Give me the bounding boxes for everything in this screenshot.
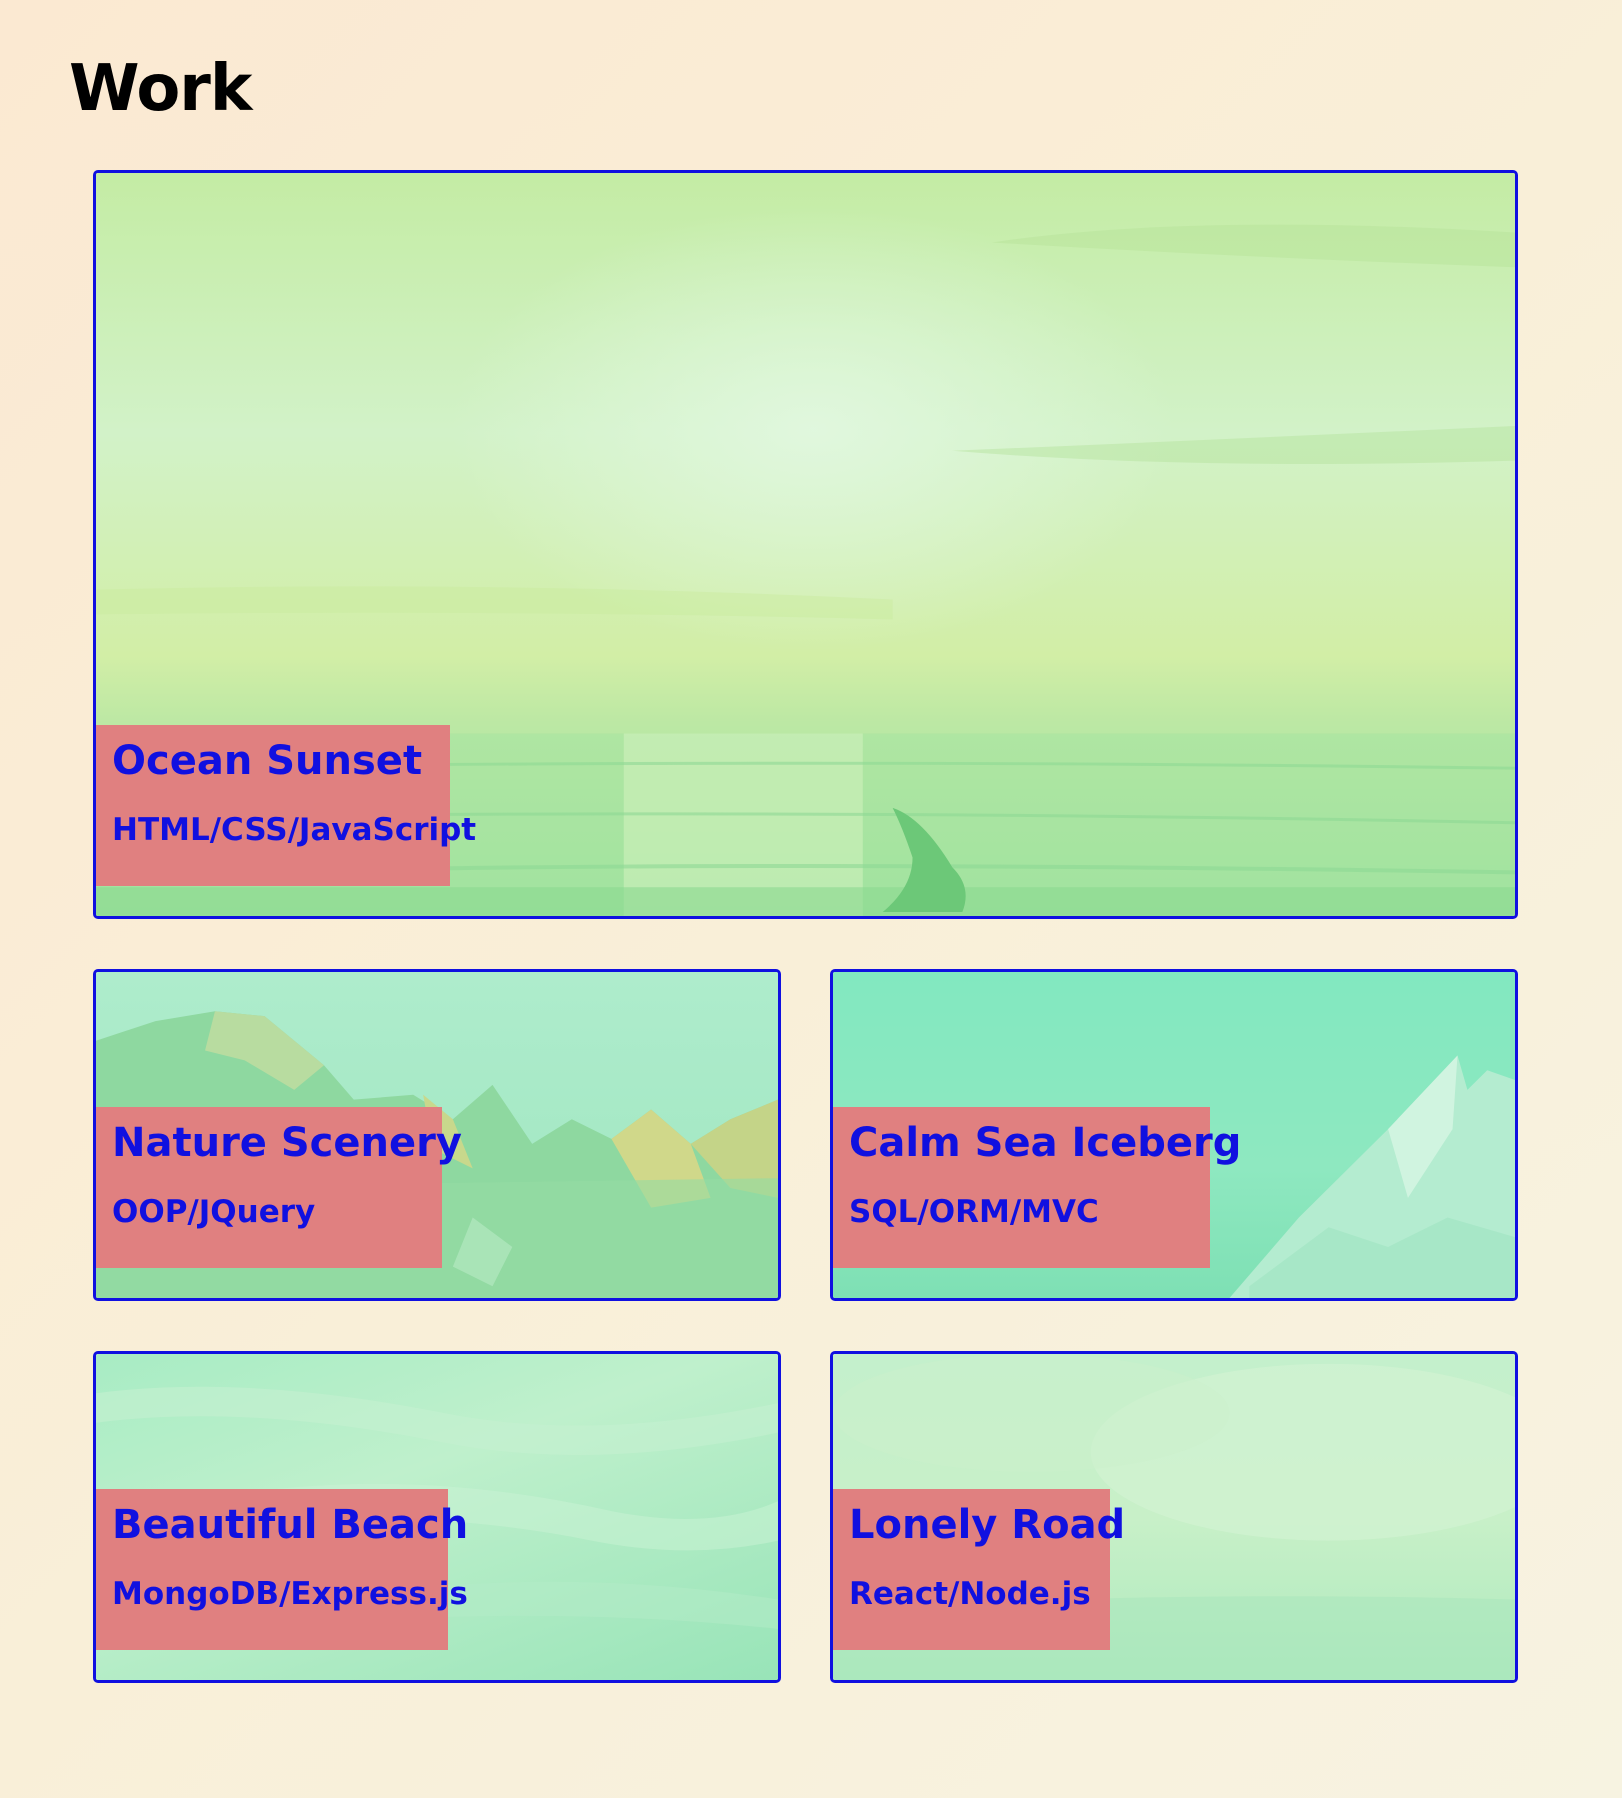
project-tech: OOP/JQuery — [112, 1194, 316, 1230]
project-label: Nature Scenery OOP/JQuery — [96, 1107, 462, 1268]
project-card-calm-sea-iceberg[interactable]: Calm Sea Iceberg SQL/ORM/MVC — [830, 969, 1518, 1301]
project-tech: React/Node.js — [849, 1576, 1091, 1612]
project-label: Beautiful Beach MongoDB/Express.js — [96, 1489, 469, 1650]
project-card-lonely-road[interactable]: Lonely Road React/Node.js — [830, 1351, 1518, 1683]
project-title: Nature Scenery — [112, 1120, 462, 1166]
project-label: Lonely Road React/Node.js — [833, 1489, 1126, 1650]
project-card-beautiful-beach[interactable]: Beautiful Beach MongoDB/Express.js — [93, 1351, 781, 1683]
section-title: Work — [69, 52, 252, 126]
project-title: Calm Sea Iceberg — [849, 1120, 1242, 1166]
project-title: Ocean Sunset — [112, 738, 423, 784]
project-card-ocean-sunset[interactable]: Ocean Sunset HTML/CSS/JavaScript — [93, 170, 1518, 919]
project-label: Calm Sea Iceberg SQL/ORM/MVC — [833, 1107, 1242, 1268]
project-label: Ocean Sunset HTML/CSS/JavaScript — [96, 725, 477, 886]
project-tech: HTML/CSS/JavaScript — [112, 812, 477, 848]
project-card-nature-scenery[interactable]: Nature Scenery OOP/JQuery — [93, 969, 781, 1301]
project-tech: SQL/ORM/MVC — [849, 1194, 1099, 1230]
project-tech: MongoDB/Express.js — [112, 1576, 468, 1612]
project-title: Beautiful Beach — [112, 1502, 469, 1548]
project-title: Lonely Road — [849, 1502, 1126, 1548]
